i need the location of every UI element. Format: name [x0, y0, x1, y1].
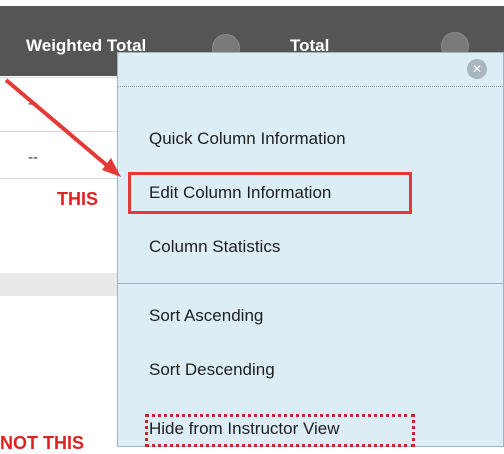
- arrow-icon: [4, 78, 121, 177]
